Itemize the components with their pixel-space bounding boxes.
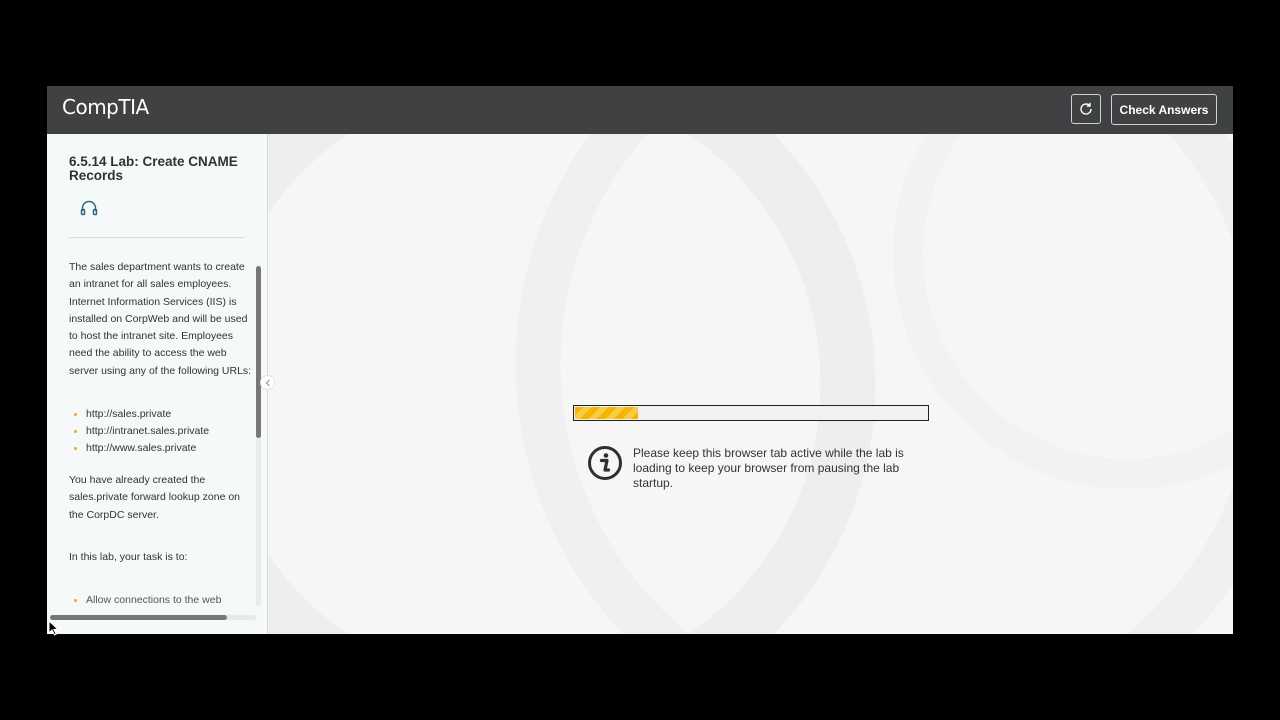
url-item: http://www.sales.private (69, 440, 255, 457)
task-item: Allow connections to the web (69, 592, 255, 609)
url-item: http://intranet.sales.private (69, 423, 255, 440)
info-icon (588, 446, 622, 480)
instructions-sidebar: 6.5.14 Lab: Create CNAME Records The sal… (47, 134, 268, 634)
horizontal-scrollbar-thumb[interactable] (50, 615, 227, 620)
chevron-left-icon (265, 379, 270, 386)
loading-progress-bar (573, 405, 929, 421)
collapse-sidebar-button[interactable] (260, 375, 275, 390)
comptia-logo: CompTIA (62, 95, 149, 119)
headphones-icon[interactable] (80, 200, 98, 216)
lab-viewport: Please keep this browser tab active whil… (268, 134, 1233, 634)
progress-fill (575, 407, 638, 419)
reload-button[interactable] (1071, 94, 1101, 124)
url-item: http://sales.private (69, 406, 255, 423)
top-bar: CompTIA Check Answers (47, 86, 1233, 134)
intro-paragraph: The sales department wants to create an … (69, 261, 252, 377)
task-list: Allow connections to the web (69, 592, 255, 609)
background-pattern (268, 134, 1233, 634)
sidebar-divider (69, 237, 245, 238)
loading-message: Please keep this browser tab active whil… (633, 446, 904, 490)
lab-window: CompTIA Check Answers 6.5.14 Lab: Create… (47, 86, 1233, 634)
zone-paragraph: You have already created the sales.priva… (69, 474, 241, 521)
lab-title: 6.5.14 Lab: Create CNAME Records (69, 154, 238, 183)
url-list: http://sales.private http://intranet.sal… (69, 406, 255, 457)
mouse-cursor-icon (48, 620, 60, 636)
lab-description: The sales department wants to create an … (69, 259, 255, 609)
refresh-icon (1080, 102, 1092, 115)
task-paragraph: In this lab, your task is to: (69, 550, 188, 563)
check-answers-button[interactable]: Check Answers (1111, 94, 1217, 125)
vertical-scrollbar-thumb[interactable] (256, 266, 261, 438)
